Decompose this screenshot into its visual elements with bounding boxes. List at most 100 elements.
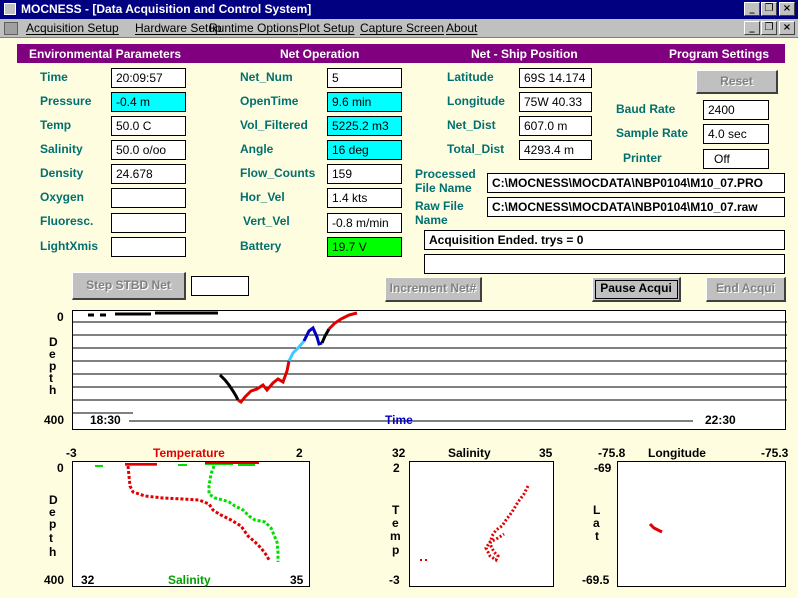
ts-y-axis-p: p: [392, 543, 400, 557]
env-label-salinity: Salinity: [40, 142, 83, 156]
env-value-oxygen: [111, 188, 186, 208]
depth-time-trace-descent: [302, 325, 323, 346]
menu-runtime-options[interactable]: Runtime Options: [209, 21, 298, 35]
net-value-opentime: 9.6 min: [327, 92, 402, 112]
profile-temp-min: -3: [66, 446, 77, 460]
latlon-y-top: -69: [594, 461, 612, 475]
ts-y-axis-t: T: [392, 503, 400, 517]
profile-depth-top: 0: [57, 461, 64, 475]
reset-button[interactable]: Reset: [696, 70, 778, 94]
env-value-salinity: 50.0 o/oo: [111, 140, 186, 160]
net-value-angle: 16 deg: [327, 140, 402, 160]
ts-x-label: Salinity: [448, 446, 491, 460]
env-value-temp: 50.0 C: [111, 116, 186, 136]
latlon-y-axis-t: t: [595, 529, 599, 543]
ts-y-axis-m: m: [390, 529, 401, 543]
depth-time-y-bottom: 400: [44, 413, 65, 427]
ts-y-top: 2: [393, 461, 400, 475]
depth-time-surface-marks: [88, 311, 218, 317]
profile-sal-max: 35: [290, 573, 304, 587]
pause-acqui-button[interactable]: Pause Acqui: [592, 277, 681, 302]
latlon-x-min: -75.8: [598, 446, 626, 460]
baud-rate-label: Baud Rate: [616, 102, 676, 116]
env-value-fluoresc: [111, 213, 186, 233]
depth-time-x-end: 22:30: [705, 413, 736, 427]
baud-rate-field[interactable]: 2400: [703, 100, 769, 120]
pos-label-net-dist: Net_Dist: [447, 118, 496, 132]
profile-y-axis-p: p: [49, 517, 57, 531]
ts-y-bottom: -3: [389, 573, 400, 587]
ts-trace: [484, 485, 530, 563]
latlon-x-max: -75.3: [761, 446, 789, 460]
depth-time-y-top: 0: [57, 310, 64, 324]
latlon-plot-svg: [648, 522, 663, 534]
depth-time-plot-svg: [73, 311, 787, 422]
pos-value-latitude: 69S 14.174: [519, 68, 592, 88]
profile-sal-label: Salinity: [168, 573, 211, 587]
env-value-density: 24.678: [111, 164, 186, 184]
menu-bar: Acquisition Setup Hardware Setup Runtime…: [0, 19, 798, 38]
latlon-track: [648, 522, 663, 534]
section-program-settings: Program Settings: [669, 47, 770, 61]
net-label-opentime: OpenTime: [240, 94, 299, 108]
printer-field[interactable]: Off: [703, 149, 769, 169]
depth-time-trace-middle: [320, 328, 331, 344]
profile-y-axis-t: t: [49, 531, 53, 545]
section-environmental: Environmental Parameters: [29, 47, 182, 61]
pos-label-latitude: Latitude: [447, 70, 494, 84]
restore-icon[interactable]: ❐: [761, 2, 777, 16]
env-label-fluoresc: Fluoresc.: [40, 214, 94, 228]
child-minimize-icon[interactable]: _: [744, 21, 760, 35]
env-label-oxygen: Oxygen: [40, 190, 85, 204]
net-label-flow-counts: Flow_Counts: [240, 166, 316, 180]
step-stbd-net-button[interactable]: Step STBD Net: [72, 272, 186, 300]
raw-file-label-line2: Name: [415, 213, 448, 227]
step-net-field[interactable]: [191, 276, 249, 296]
profile-y-axis-h: h: [49, 545, 57, 559]
ts-y-axis-e: e: [392, 516, 399, 530]
increment-net-button[interactable]: Increment Net#: [385, 277, 482, 302]
menu-acquisition-setup[interactable]: Acquisition Setup: [26, 21, 119, 35]
ts-plot: [409, 461, 554, 587]
pos-label-longitude: Longitude: [447, 94, 505, 108]
app-icon: [4, 3, 16, 15]
net-value-vert-vel: -0.8 m/min: [327, 213, 402, 233]
title-bar: MOCNESS - [Data Acquisition and Control …: [0, 0, 798, 19]
close-icon[interactable]: ×: [779, 2, 795, 16]
raw-file-label-line1: Raw File: [415, 199, 464, 213]
menu-about[interactable]: About: [446, 21, 477, 35]
profile-temp-label: Temperature: [153, 446, 225, 460]
document-icon[interactable]: [4, 22, 18, 35]
child-close-icon[interactable]: ×: [779, 21, 795, 35]
latlon-y-axis-a: a: [593, 516, 600, 530]
profile-plot: [72, 461, 310, 587]
net-value-hor-vel: 1.4 kts: [327, 188, 402, 208]
minimize-icon[interactable]: _: [744, 2, 760, 16]
net-value-flow-counts: 159: [327, 164, 402, 184]
sample-rate-field[interactable]: 4.0 sec: [703, 124, 769, 144]
menu-capture-screen[interactable]: Capture Screen: [360, 21, 444, 35]
env-value-time: 20:09:57: [111, 68, 186, 88]
net-label-vert-vel: Vert_Vel: [243, 214, 290, 228]
raw-file-field[interactable]: C:\MOCNESS\MOCDATA\NBP0104\M10_07.raw: [487, 197, 785, 217]
section-ship-position: Net - Ship Position: [471, 47, 578, 61]
section-net-operation: Net Operation: [280, 47, 360, 61]
section-header-bar: Environmental Parameters Net Operation N…: [17, 44, 785, 63]
end-acqui-button[interactable]: End Acqui: [706, 277, 786, 302]
profile-temp-max: 2: [296, 446, 303, 460]
processed-file-field[interactable]: C:\MOCNESS\MOCDATA\NBP0104\M10_07.PRO: [487, 173, 785, 193]
env-label-time: Time: [40, 70, 68, 84]
net-value-vol-filtered: 5225.2 m3: [327, 116, 402, 136]
env-label-lightxmis: LightXmis: [40, 239, 99, 253]
profile-salinity-surface: [95, 463, 255, 467]
pos-label-total-dist: Total_Dist: [447, 142, 505, 156]
menu-plot-setup[interactable]: Plot Setup: [299, 21, 354, 35]
net-label-num: Net_Num: [240, 70, 293, 84]
net-label-vol-filtered: Vol_Filtered: [240, 118, 308, 132]
profile-sal-min: 32: [81, 573, 95, 587]
env-label-pressure: Pressure: [40, 94, 92, 108]
child-restore-icon[interactable]: ❐: [761, 21, 777, 35]
net-value-num: 5: [327, 68, 402, 88]
depth-time-y-axis-h: h: [49, 383, 57, 397]
depth-time-gridlines: [73, 321, 787, 422]
